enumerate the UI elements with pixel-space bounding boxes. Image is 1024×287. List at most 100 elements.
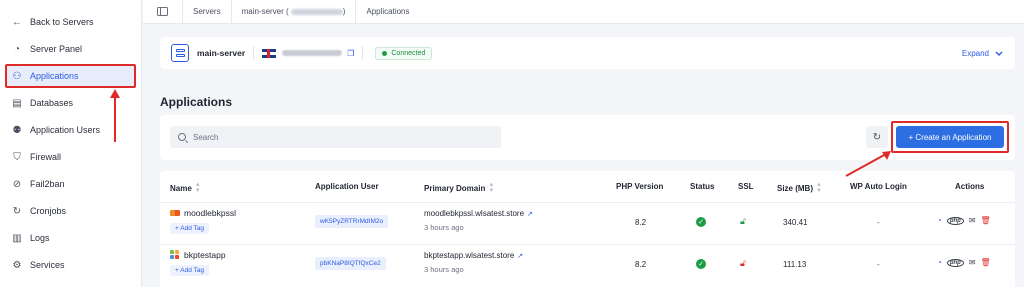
breadcrumb-server-close: ) <box>342 7 346 16</box>
app-name[interactable]: moodlebkpssl <box>170 208 236 218</box>
sidebar-item-label: Fail2ban <box>30 179 65 189</box>
status-badge: Connected <box>375 46 433 60</box>
breadcrumb: Servers main-server ( ) Applications <box>143 0 1024 24</box>
column-header-label: PHP Version <box>616 182 664 191</box>
divider <box>253 46 255 60</box>
annotation-highlight-box: + Create an Application <box>891 121 1009 153</box>
app-user-pill[interactable]: pbKNaP8IQTfQxCe2 <box>315 257 386 270</box>
divider <box>362 46 364 60</box>
add-tag-button[interactable]: + Add Tag <box>170 265 209 276</box>
column-header-actions: Actions <box>955 182 984 191</box>
sidebar-item-server-panel[interactable]: ◔ Server Panel <box>0 37 142 61</box>
log-file-icon: ▥ <box>12 232 22 244</box>
status-check-icon: ✓ <box>696 217 706 227</box>
sidebar-item-application-users[interactable]: ⚉ Application Users <box>0 118 142 142</box>
row-actions: ◔ php ✉ 🗑︎ <box>937 258 991 267</box>
php-settings-icon[interactable]: php <box>946 216 964 225</box>
sidebar-item-label: Server Panel <box>30 44 83 54</box>
column-header-size[interactable]: Size (MB) ▲ ▼ <box>777 182 822 194</box>
expand-button[interactable]: Expand <box>962 49 1003 58</box>
breadcrumb-servers[interactable]: Servers <box>183 0 232 24</box>
column-header-label: Primary Domain <box>424 183 486 193</box>
chevron-down-icon <box>995 51 1003 56</box>
sidebar-item-services[interactable]: ⚙ Services <box>0 253 142 277</box>
ban-icon: ⊘ <box>12 178 22 190</box>
column-header-name[interactable]: Name ▲ ▼ <box>170 182 201 194</box>
search-placeholder: Search <box>193 132 219 142</box>
shield-icon: ⛉ <box>13 151 21 163</box>
column-header-domain[interactable]: Primary Domain ▲ ▼ <box>424 182 494 194</box>
dashboard-icon[interactable]: ◔ <box>937 216 942 225</box>
mail-icon[interactable]: ✉ <box>969 216 976 225</box>
refresh-icon: ↻ <box>872 131 882 143</box>
delete-icon[interactable]: 🗑︎ <box>981 216 991 225</box>
created-time: 3 hours ago <box>424 223 464 232</box>
server-name: main-server <box>197 48 246 58</box>
search-icon <box>178 133 186 141</box>
table-row: bkptestapp + Add Tag pbKNaP8IQTfQxCe2 bk… <box>160 244 1015 282</box>
created-time: 3 hours ago <box>424 265 464 274</box>
add-tag-button[interactable]: + Add Tag <box>170 223 209 234</box>
column-header-user: Application User <box>315 182 379 191</box>
sidebar-item-back-to-servers[interactable]: ← Back to Servers <box>0 10 142 34</box>
mail-icon[interactable]: ✉ <box>969 258 976 267</box>
applications-table: Name ▲ ▼ Application User Primary Domain ▲ ▼… <box>160 171 1015 287</box>
app-name[interactable]: bkptestapp <box>170 250 226 260</box>
redacted-ip <box>290 8 343 15</box>
database-icon: ▤ <box>12 97 22 109</box>
breadcrumb-current: Applications <box>356 0 419 24</box>
external-link-icon[interactable]: ↗ <box>517 253 523 260</box>
breadcrumb-server[interactable]: main-server ( ) <box>232 0 357 24</box>
sidebar-item-applications[interactable]: ⚇ Applications <box>5 64 136 88</box>
sidebar: ← Back to Servers ◔ Server Panel ⚇ Appli… <box>0 0 142 287</box>
refresh-icon: ↻ <box>12 205 22 217</box>
sidebar-item-label: Databases <box>30 98 74 108</box>
toolbar-card: Search ↻ + Create an Application <box>160 115 1015 160</box>
status-dot-icon <box>382 50 388 56</box>
size-mb: 111.13 <box>783 260 807 269</box>
refresh-button[interactable]: ↻ <box>866 126 888 148</box>
size-mb: 340.41 <box>783 218 808 227</box>
column-header-ssl: SSL <box>738 182 754 191</box>
status-label: Connected <box>391 49 426 57</box>
sort-icon: ▲ ▼ <box>816 182 822 194</box>
ssl-lock-icon: 🔓︎ <box>740 258 746 268</box>
column-header-label: Size (MB) <box>777 183 813 193</box>
sidebar-item-logs[interactable]: ▥ Logs <box>0 226 142 250</box>
breadcrumb-current-label: Applications <box>366 7 410 16</box>
services-icon: ⚙ <box>12 259 22 271</box>
column-header-wp-auto-login: WP Auto Login <box>850 182 907 191</box>
arrow-left-icon: ← <box>12 16 22 28</box>
primary-domain[interactable]: moodlebkpssl.wlsatest.store ↗ <box>424 209 533 218</box>
app-name-label: moodlebkpssl <box>184 208 236 218</box>
moodle-logo-icon <box>170 210 180 216</box>
sidebar-item-cronjobs[interactable]: ↻ Cronjobs <box>0 199 142 223</box>
create-application-button[interactable]: + Create an Application <box>896 126 1004 148</box>
column-header-label: Application User <box>315 182 379 191</box>
gauge-icon: ◔ <box>13 43 21 55</box>
sidebar-item-label: Cronjobs <box>30 206 67 216</box>
sidebar-item-firewall[interactable]: ⛉ Firewall <box>0 145 142 169</box>
redacted-ip <box>282 50 343 56</box>
sidebar-item-fail2ban[interactable]: ⊘ Fail2ban <box>0 172 142 196</box>
primary-domain-label: moodlebkpssl.wlsatest.store <box>424 209 525 218</box>
sidebar-item-databases[interactable]: ▤ Databases <box>0 91 142 115</box>
search-input[interactable]: Search <box>170 126 501 148</box>
table-row: moodlebkpssl + Add Tag wK5PyZRTRrMdIM2o … <box>160 202 1015 240</box>
users-icon: ⚉ <box>12 124 22 136</box>
sidebar-item-label: Application Users <box>30 125 101 135</box>
external-link-icon[interactable]: ↗ <box>527 211 533 218</box>
sidebar-toggle-button[interactable] <box>143 0 183 24</box>
app-user-pill[interactable]: wK5PyZRTRrMdIM2o <box>315 215 389 228</box>
copy-icon[interactable]: ❐ <box>347 49 354 58</box>
sidebar-item-label: Applications <box>30 71 79 81</box>
delete-icon[interactable]: 🗑︎ <box>981 258 991 267</box>
dashboard-icon[interactable]: ◔ <box>937 258 942 267</box>
php-version: 8.2 <box>635 218 647 227</box>
server-icon <box>171 44 189 62</box>
expand-label: Expand <box>961 48 989 58</box>
column-header-label: WP Auto Login <box>850 182 907 191</box>
php-settings-icon[interactable]: php <box>946 258 964 267</box>
primary-domain[interactable]: bkptestapp.wlsatest.store ↗ <box>424 251 523 260</box>
page-title: Applications <box>160 95 233 109</box>
